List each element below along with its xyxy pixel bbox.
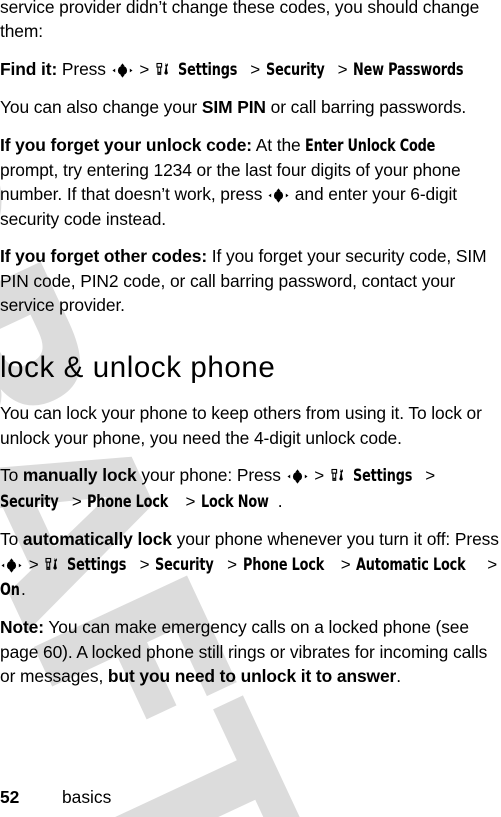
document-page: service provider didn’t change these cod…: [0, 0, 501, 817]
paragraph-note: Note: You can make emergency calls on a …: [0, 615, 501, 688]
path-separator: >: [185, 491, 196, 511]
path-separator: >: [314, 466, 325, 486]
sim-pin-text-after: or call barring passwords.: [265, 97, 467, 118]
menu-path-item-security: Security: [0, 491, 59, 511]
page-body: service provider didn’t change these cod…: [0, 0, 501, 689]
menu-path-item-settings: Settings: [352, 466, 412, 486]
automatically-lock-text-1: To: [0, 529, 23, 550]
paragraph-continued-line1: service provider didn’t change these cod…: [0, 0, 419, 17]
path-separator: >: [139, 554, 150, 574]
path-separator: >: [250, 59, 261, 79]
path-separator: >: [425, 466, 436, 486]
forgot-unlock-text-1: At the: [251, 134, 306, 155]
paragraph-forgot-unlock-code: If you forget your unlock code: At the E…: [0, 133, 501, 232]
center-select-key-icon: [1, 557, 22, 573]
manually-lock-text-1: To: [0, 465, 23, 486]
menu-path-item-settings: Settings: [67, 554, 127, 574]
menu-path-item-automatic-lock: Automatic Lock: [356, 554, 466, 574]
path-separator: >: [71, 491, 82, 511]
menu-path-item-phone-lock: Phone Lock: [87, 491, 169, 511]
automatically-lock-bold: automatically lock: [22, 529, 172, 550]
menu-path-item-phone-lock: Phone Lock: [242, 554, 324, 574]
path-separator: >: [487, 554, 498, 574]
center-select-key-icon: [268, 188, 289, 204]
paragraph-continued: service provider didn’t change these cod…: [0, 0, 501, 44]
manually-lock-end: .: [277, 490, 283, 511]
path-separator: >: [227, 554, 237, 574]
paragraph-forgot-other-codes: If you forget other codes: If you forget…: [0, 244, 501, 317]
settings-tools-icon: [331, 468, 346, 483]
forgot-unlock-code-lead: If you forget your unlock code:: [0, 134, 252, 155]
paragraph-sim-pin: You can also change your SIM PIN or call…: [0, 95, 501, 119]
center-select-key-icon: [287, 469, 308, 484]
manually-lock-bold: manually lock: [22, 465, 137, 486]
find-it-press-word: Press: [61, 58, 106, 79]
settings-tools-icon: [156, 62, 171, 77]
center-select-key-icon: [112, 63, 133, 78]
menu-path-item-lock-now: Lock Now: [201, 491, 269, 511]
path-separator: >: [28, 554, 39, 574]
menu-path-item-security: Security: [265, 59, 325, 79]
footer-chapter-label: basics: [62, 787, 112, 807]
page-title: lock & unlock phone: [0, 351, 276, 385]
menu-path-item-on: On: [0, 579, 20, 599]
automatically-lock-end: .: [20, 578, 26, 599]
path-separator: >: [340, 554, 351, 574]
note-bold: but you need to unlock it to answer: [107, 666, 397, 687]
forgot-other-codes-lead: If you forget other codes:: [0, 246, 208, 267]
note-end: .: [396, 666, 401, 687]
menu-prompt-enter-unlock-code: Enter Unlock Code: [305, 135, 436, 155]
manually-lock-text-2: your phone: Press: [136, 465, 286, 486]
note-label: Note:: [0, 617, 44, 638]
paragraph-lock-intro: You can lock your phone to keep others f…: [0, 403, 482, 448]
menu-path-item-security: Security: [155, 554, 214, 574]
automatically-lock-text-2: your phone whenever you turn it off: Pre…: [171, 529, 499, 550]
page-number: 52: [0, 787, 20, 807]
sim-pin-bold: SIM PIN: [201, 97, 266, 118]
menu-path-item-new-passwords: New Passwords: [353, 59, 464, 79]
find-it-line: Find it: Press > Settings > Security > N…: [0, 57, 501, 82]
paragraph-automatically-lock: To automatically lock your phone wheneve…: [0, 527, 501, 602]
settings-tools-icon: [45, 557, 60, 572]
menu-path-item-settings: Settings: [177, 59, 237, 79]
path-separator: >: [337, 59, 348, 79]
paragraph-manually-lock: To manually lock your phone: Press > Set…: [0, 463, 501, 514]
page-footer: 52 basics: [0, 784, 501, 808]
path-separator: >: [139, 59, 150, 79]
find-it-label: Find it:: [0, 58, 58, 79]
sim-pin-text-before: You can also change your: [0, 97, 202, 118]
